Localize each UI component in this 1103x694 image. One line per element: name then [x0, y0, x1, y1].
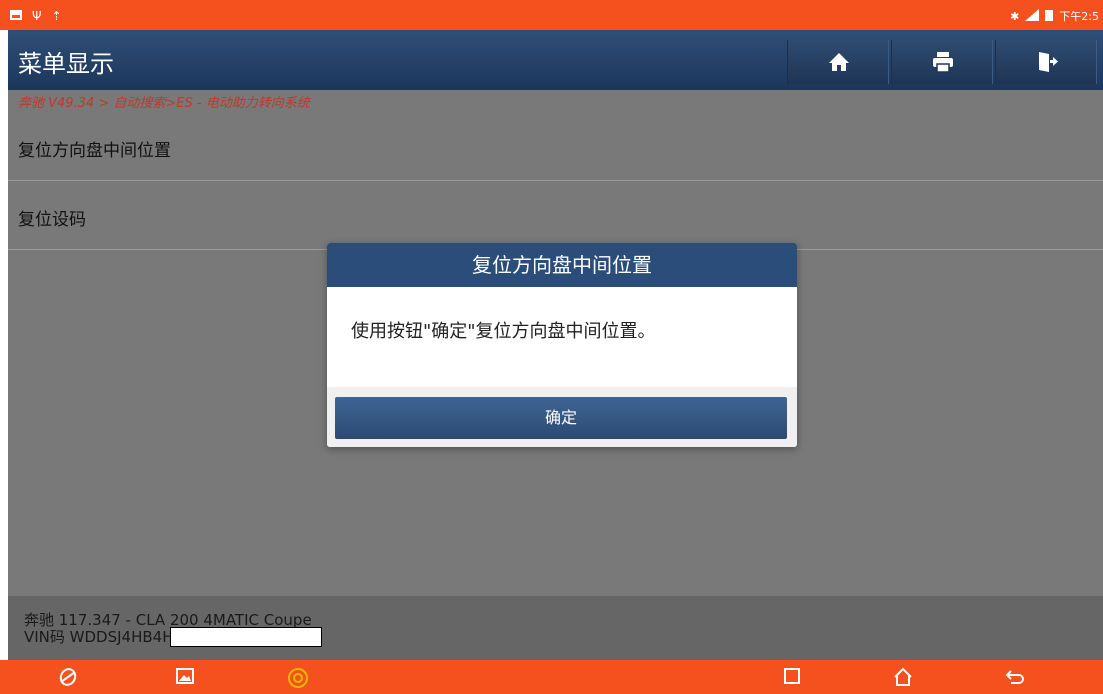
- usb-icon: Ψ: [32, 8, 42, 23]
- vin-line: VIN码 WDDSJ4HB4H: [24, 626, 322, 647]
- upload-icon: ⇡: [51, 8, 62, 23]
- ok-button[interactable]: 确定: [335, 397, 787, 439]
- gallery-icon[interactable]: [176, 667, 194, 689]
- confirm-dialog: 复位方向盘中间位置 使用按钮"确定"复位方向盘中间位置。 确定: [327, 243, 797, 447]
- status-bar: Ψ ⇡ ✱ 下午2:5: [0, 0, 1103, 30]
- image-icon: [10, 6, 22, 25]
- battery-icon: [1045, 9, 1054, 24]
- navigation-bar: [0, 660, 1103, 694]
- bluetooth-icon: ✱: [1010, 9, 1020, 23]
- menu-item-reset-coding[interactable]: 复位设码: [8, 181, 1103, 250]
- exit-icon: [1039, 52, 1058, 72]
- menu-item-label: 复位方向盘中间位置: [18, 141, 171, 161]
- recent-apps-icon[interactable]: [783, 667, 801, 689]
- vehicle-vin: VIN码 WDDSJ4HB4H: [24, 628, 174, 646]
- page-title: 菜单显示: [18, 50, 114, 78]
- exit-button[interactable]: [995, 40, 1097, 84]
- dialog-footer: 确定: [327, 387, 797, 447]
- vin-redaction: [169, 626, 322, 647]
- home-icon: [829, 53, 849, 71]
- print-button[interactable]: [891, 40, 993, 84]
- print-icon: [933, 52, 953, 73]
- home-nav-icon[interactable]: [893, 667, 913, 691]
- app-header: 菜单显示: [8, 30, 1103, 90]
- dialog-message: 使用按钮"确定"复位方向盘中间位置。: [351, 321, 656, 342]
- vehicle-info-bar: 奔驰 117.347 - CLA 200 4MATIC Coupe VIN码 W…: [8, 596, 1103, 660]
- diagnostic-app-icon[interactable]: [286, 667, 310, 693]
- menu-item-reset-steering-center[interactable]: 复位方向盘中间位置: [8, 112, 1103, 181]
- signal-icon: [1025, 8, 1040, 24]
- breadcrumb: 奔驰 V49.34 > 自动搜索>ES - 电动助力转向系统: [18, 96, 310, 111]
- menu-item-label: 复位设码: [18, 210, 86, 230]
- back-icon[interactable]: [1005, 667, 1025, 689]
- status-time: 下午2:5: [1059, 10, 1099, 23]
- browser-icon[interactable]: [58, 667, 78, 691]
- home-button[interactable]: [787, 40, 889, 84]
- dialog-title: 复位方向盘中间位置: [327, 243, 797, 287]
